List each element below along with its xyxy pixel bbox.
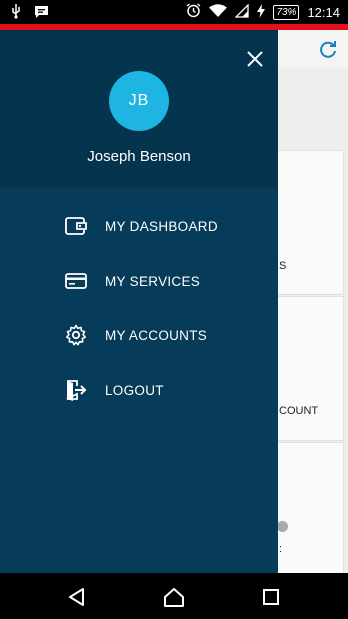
navigation-drawer: JB Joseph Benson MY DASHBOARD MY SERVICE… [0,24,278,573]
clock: 12:14 [307,4,340,20]
avatar[interactable]: JB [109,71,169,131]
home-icon[interactable] [163,586,185,608]
user-name: Joseph Benson [87,148,191,165]
usb-icon [10,4,22,24]
recents-icon[interactable] [260,586,282,608]
drawer-header: JB Joseph Benson [0,30,278,188]
menu-item-accounts[interactable]: MY ACCOUNTS [64,320,207,350]
signal-icon [234,2,250,21]
menu-item-label: MY SERVICES [105,273,201,289]
wifi-icon [209,3,228,21]
status-bar: 73% 12:14 [0,0,348,24]
dot-indicator [277,521,288,532]
battery-indicator: 73% [273,4,300,20]
menu-item-label: MY DASHBOARD [105,218,218,234]
menu-item-label: LOGOUT [105,382,164,398]
logout-icon [64,378,88,402]
wallet-icon [64,214,88,238]
menu-item-services[interactable]: MY SERVICES [64,266,200,296]
back-icon[interactable] [66,586,88,608]
gear-icon [64,323,88,347]
charging-icon [257,3,266,21]
system-nav-bar [0,573,348,619]
menu-item-dashboard[interactable]: MY DASHBOARD [64,211,218,241]
refresh-icon[interactable] [316,38,340,62]
menu-item-logout[interactable]: LOGOUT [64,375,164,405]
alarm-icon [186,3,201,21]
credit-card-icon [64,269,88,293]
message-icon [34,5,49,24]
avatar-initials: JB [128,92,150,109]
close-icon[interactable] [246,50,264,68]
menu-item-label: MY ACCOUNTS [105,327,208,343]
